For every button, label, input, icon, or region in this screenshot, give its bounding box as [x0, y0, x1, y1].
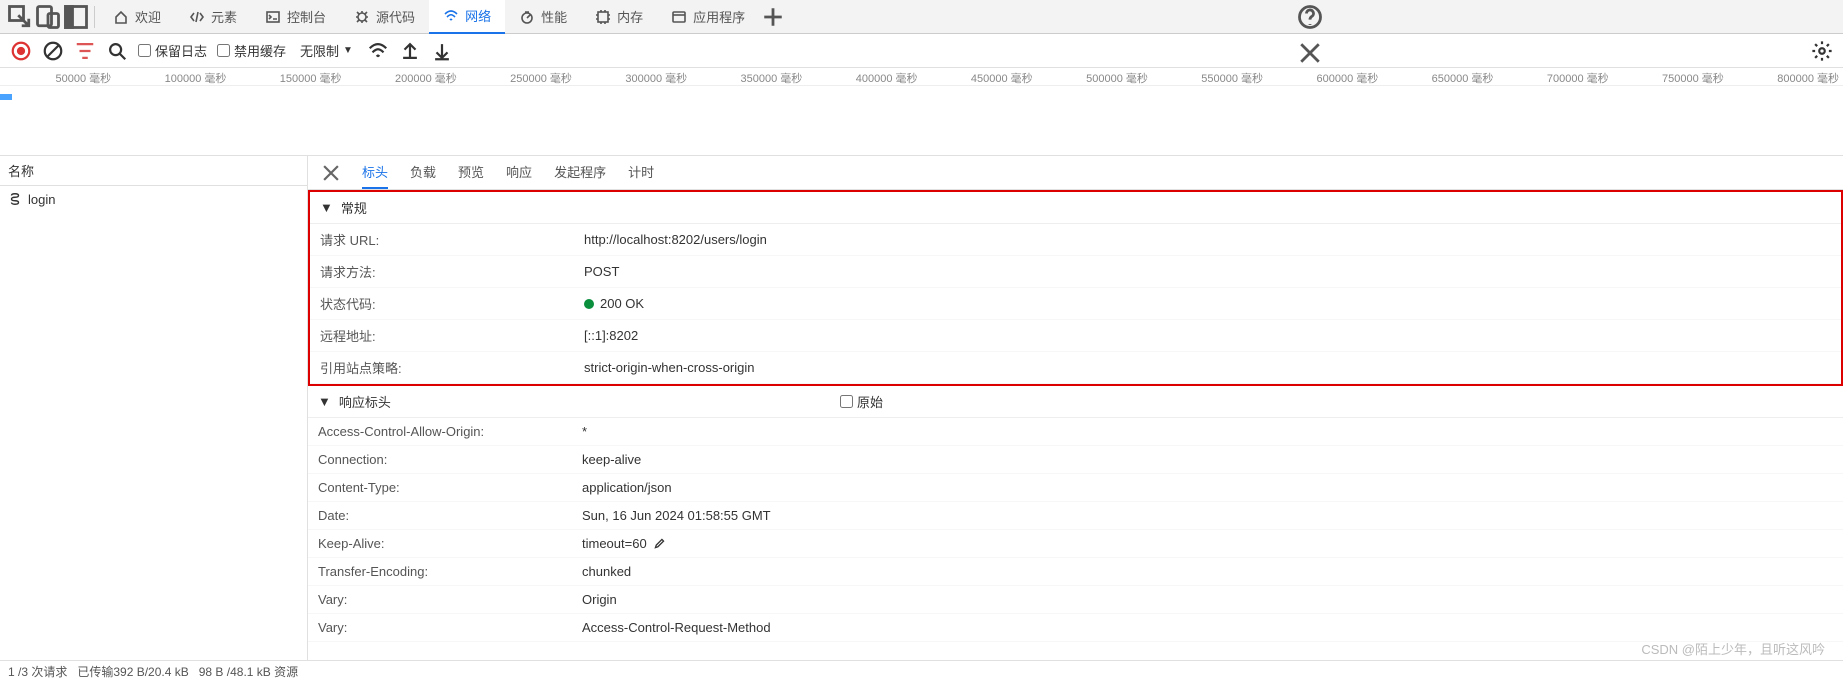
timeline-tick: 100000 毫秒: [115, 68, 230, 85]
preserve-log-checkbox[interactable]: 保留日志: [138, 41, 207, 60]
timeline-tick: 250000 毫秒: [461, 68, 576, 85]
timeline-tick: 350000 毫秒: [691, 68, 806, 85]
request-count: 1 /3 次请求: [8, 663, 67, 680]
devtools-topbar: 欢迎元素控制台源代码网络性能内存应用程序 ⋯: [0, 0, 1843, 34]
request-bar: [0, 94, 12, 100]
upload-icon[interactable]: [399, 40, 421, 62]
request-list: 名称 login: [0, 156, 308, 660]
tab-home[interactable]: 欢迎: [99, 0, 175, 34]
timeline-tick: 150000 毫秒: [230, 68, 345, 85]
status-dot-icon: [584, 299, 594, 309]
detail-tab-3[interactable]: 响应: [506, 156, 532, 189]
edit-icon[interactable]: [653, 537, 666, 550]
detail-tab-2[interactable]: 预览: [458, 156, 484, 189]
timeline-tick: 300000 毫秒: [576, 68, 691, 85]
timeline-tick: 500000 毫秒: [1037, 68, 1152, 85]
tab-bug[interactable]: 源代码: [340, 0, 429, 34]
tab-wifi[interactable]: 网络: [429, 0, 505, 34]
request-row[interactable]: login: [0, 186, 307, 212]
watermark: CSDN @陌上少年，且听这风吟: [1641, 639, 1825, 658]
raw-checkbox[interactable]: 原始: [840, 392, 883, 411]
help-icon[interactable]: [1296, 3, 1324, 31]
general-kv: 引用站点策略:strict-origin-when-cross-origin: [310, 352, 1841, 384]
inspect-icon[interactable]: [6, 3, 34, 31]
search-icon[interactable]: [106, 40, 128, 62]
timeline-tick: 50000 毫秒: [0, 68, 115, 85]
response-header-kv: Vary:Access-Control-Request-Method: [308, 614, 1843, 642]
clear-button[interactable]: [42, 40, 64, 62]
response-header-kv: Date:Sun, 16 Jun 2024 01:58:55 GMT: [308, 502, 1843, 530]
timeline[interactable]: 50000 毫秒100000 毫秒150000 毫秒200000 毫秒25000…: [0, 68, 1843, 156]
detail-pane: 标头负载预览响应发起程序计时 ▼ 常规 请求 URL:http://localh…: [308, 156, 1843, 660]
detail-tabs: 标头负载预览响应发起程序计时: [308, 156, 1843, 190]
list-header[interactable]: 名称: [0, 156, 307, 186]
response-header-kv: Content-Type:application/json: [308, 474, 1843, 502]
timeline-tick: 450000 毫秒: [922, 68, 1037, 85]
response-header-kv: Transfer-Encoding:chunked: [308, 558, 1843, 586]
resources: 98 B /48.1 kB 资源: [199, 663, 298, 680]
tab-console[interactable]: 控制台: [251, 0, 340, 34]
download-icon[interactable]: [431, 40, 453, 62]
settings-icon[interactable]: [1811, 40, 1833, 62]
disable-cache-checkbox[interactable]: 禁用缓存: [217, 41, 286, 60]
timeline-tick: 200000 毫秒: [346, 68, 461, 85]
response-header-kv: Connection:keep-alive: [308, 446, 1843, 474]
timeline-tick: 650000 毫秒: [1382, 68, 1497, 85]
response-header-kv: Access-Control-Allow-Origin:*: [308, 418, 1843, 446]
filter-icon[interactable]: [74, 40, 96, 62]
general-kv: 状态代码:200 OK: [310, 288, 1841, 320]
general-kv: 请求方法:POST: [310, 256, 1841, 288]
dock-icon[interactable]: [62, 3, 90, 31]
timeline-tick: 400000 毫秒: [806, 68, 921, 85]
close-detail-icon[interactable]: [320, 162, 342, 184]
tab-code[interactable]: 元素: [175, 0, 251, 34]
response-headers-header[interactable]: ▼ 响应标头 原始: [308, 386, 1843, 418]
general-kv: 远程地址:[::1]:8202: [310, 320, 1841, 352]
timeline-tick: 750000 毫秒: [1613, 68, 1728, 85]
timeline-tick: 800000 毫秒: [1728, 68, 1843, 85]
throttle-select[interactable]: 无限制 ▼: [296, 39, 357, 62]
general-section-header[interactable]: ▼ 常规: [310, 192, 1841, 224]
timeline-tick: 700000 毫秒: [1497, 68, 1612, 85]
record-button[interactable]: [10, 40, 32, 62]
detail-tab-4[interactable]: 发起程序: [554, 156, 606, 189]
tab-mem[interactable]: 内存: [581, 0, 657, 34]
main-split: 名称 login 标头负载预览响应发起程序计时 ▼ 常规 请求 URL:http…: [0, 156, 1843, 660]
timeline-tick: 600000 毫秒: [1267, 68, 1382, 85]
general-section-highlighted: ▼ 常规 请求 URL:http://localhost:8202/users/…: [308, 190, 1843, 386]
general-kv: 请求 URL:http://localhost:8202/users/login: [310, 224, 1841, 256]
response-header-kv: Vary:Origin: [308, 586, 1843, 614]
transferred: 已传输392 B/20.4 kB: [77, 663, 188, 680]
tab-app[interactable]: 应用程序: [657, 0, 759, 34]
detail-tab-0[interactable]: 标头: [362, 156, 388, 189]
wifi-conditions-icon[interactable]: [367, 40, 389, 62]
detail-tab-1[interactable]: 负载: [410, 156, 436, 189]
status-bar: 1 /3 次请求 已传输392 B/20.4 kB 98 B /48.1 kB …: [0, 660, 1843, 682]
timeline-tick: 550000 毫秒: [1152, 68, 1267, 85]
close-icon[interactable]: [1296, 39, 1324, 67]
device-icon[interactable]: [34, 3, 62, 31]
tab-perf[interactable]: 性能: [505, 0, 581, 34]
response-header-kv: Keep-Alive:timeout=60: [308, 530, 1843, 558]
add-tab-icon[interactable]: [759, 3, 787, 31]
detail-tab-5[interactable]: 计时: [628, 156, 654, 189]
